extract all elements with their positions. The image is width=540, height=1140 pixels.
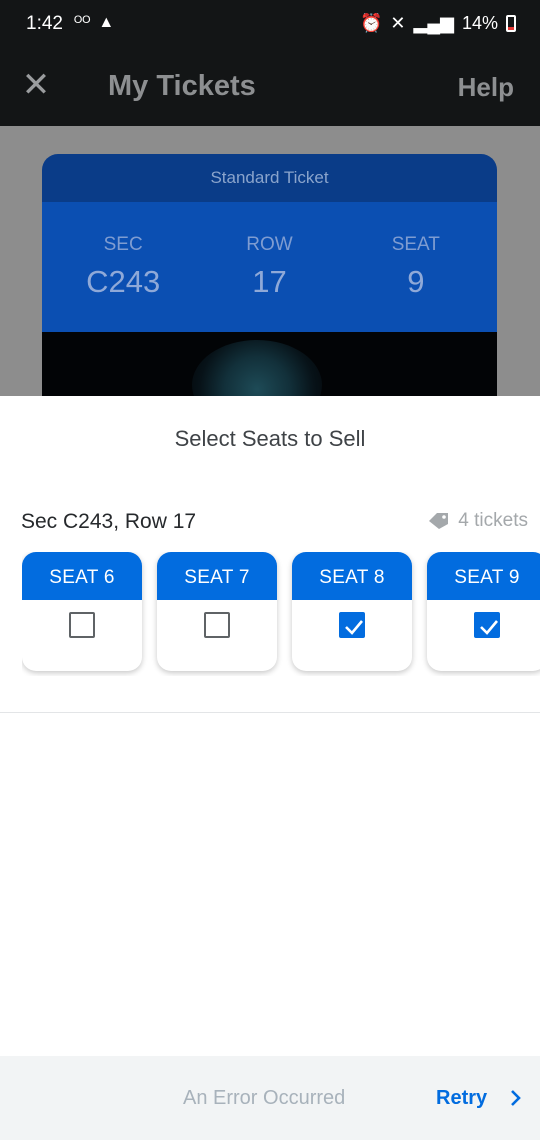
seat-checkbox[interactable] — [69, 612, 95, 638]
artwork-image — [192, 340, 322, 396]
sec-value: C243 — [86, 264, 161, 299]
status-bar: 1:42 ᴼᴼ ▲ ⏰ ✕ ▂▄▆ 14% — [0, 0, 540, 48]
seat-checkbox[interactable] — [339, 612, 365, 638]
help-button[interactable]: Help — [458, 72, 514, 103]
seat-label: SEAT 7 — [157, 552, 277, 600]
ticket-seat-info: SEC C243 ROW 17 SEAT 9 — [42, 202, 497, 332]
tickets-count: 4 tickets — [428, 510, 528, 532]
chevron-right-icon[interactable] — [508, 1088, 524, 1108]
seat-label: SEAT — [391, 234, 440, 255]
section-row-label: Sec C243, Row 17 — [21, 510, 197, 533]
ticket-artwork — [42, 332, 497, 396]
divider — [0, 712, 540, 713]
seat-label: SEAT 6 — [22, 552, 142, 600]
row-value: 17 — [252, 264, 287, 299]
sec-label: SEC — [103, 234, 143, 255]
footer-bar: An Error Occurred Retry — [0, 1056, 540, 1140]
status-time: 1:42 — [26, 13, 63, 34]
check-icon — [345, 620, 363, 635]
app-bar: ✕ My Tickets Help — [0, 48, 540, 126]
seat-value: 9 — [407, 264, 425, 299]
seat-checkbox[interactable] — [204, 612, 230, 638]
ticket-type: Standard Ticket — [42, 154, 497, 202]
seat-checkbox[interactable] — [474, 612, 500, 638]
close-icon[interactable]: ✕ — [18, 68, 54, 104]
battery-percent: 14% — [461, 13, 498, 33]
row-label: ROW — [246, 234, 293, 255]
ticket-card: Standard Ticket SEC C243 ROW 17 SEAT 9 — [42, 154, 497, 396]
error-message: An Error Occurred — [183, 1087, 346, 1109]
signal-icon: ▂▄▆ — [413, 13, 454, 33]
sheet-title: Select Seats to Sell — [174, 426, 366, 451]
seat-card-6[interactable]: SEAT 6 — [22, 552, 142, 671]
retry-button[interactable]: Retry — [436, 1087, 487, 1110]
page-title: My Tickets — [108, 70, 256, 102]
seat-card-9[interactable]: SEAT 9 — [427, 552, 540, 671]
seat-card-7[interactable]: SEAT 7 — [157, 552, 277, 671]
seat-label: SEAT 9 — [427, 552, 540, 600]
tickets-count-label: 4 tickets — [458, 510, 528, 531]
mute-icon: ✕ — [390, 13, 406, 33]
seat-selector-row: SEAT 6 SEAT 7 SEAT 8 SEAT 9 — [22, 552, 540, 676]
battery-icon — [506, 15, 516, 32]
warning-icon: ▲ — [98, 14, 115, 31]
seat-card-8[interactable]: SEAT 8 — [292, 552, 412, 671]
ticket-tag-icon — [429, 513, 449, 529]
select-seats-sheet: Select Seats to Sell Sec C243, Row 17 4 … — [0, 396, 540, 1056]
seat-label: SEAT 8 — [292, 552, 412, 600]
voicemail-icon: ᴼᴼ — [74, 14, 91, 31]
alarm-icon: ⏰ — [360, 13, 383, 33]
check-icon — [480, 620, 498, 635]
